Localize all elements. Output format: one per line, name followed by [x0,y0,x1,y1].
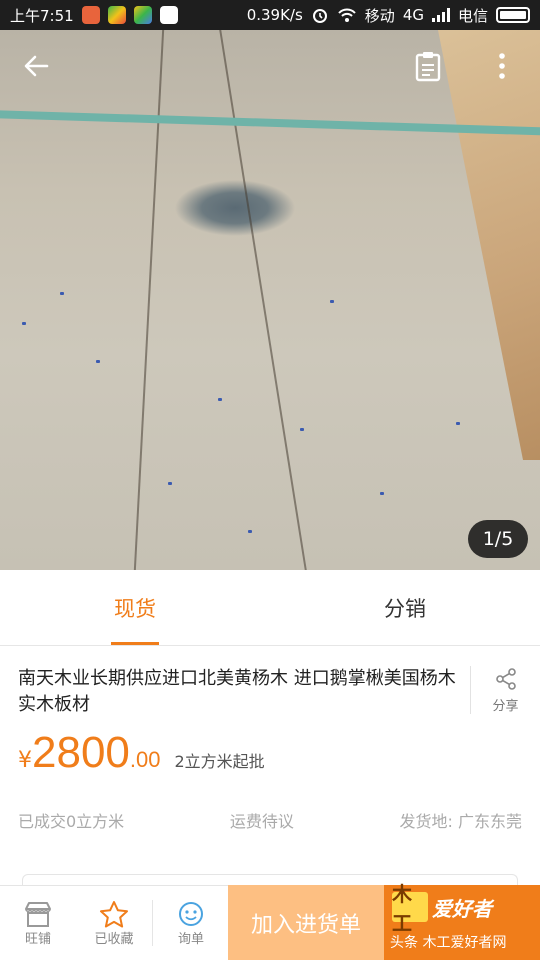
watermark-logo: 木工 爱好者 [392,882,492,935]
product-meta: 已成交0立方米 运费待议 发货地: 广东东莞 [18,808,522,832]
price-integer: 2800 [32,728,130,777]
inquiry-button[interactable]: 询单 [153,886,229,960]
tab-distribution[interactable]: 分销 [270,570,540,645]
more-vertical-icon [499,53,505,79]
signal-icon [431,8,450,22]
plank-seam [133,30,165,570]
watermark-mark: 木工 [392,882,428,935]
photo-speck [60,292,64,295]
wifi-icon [338,8,356,22]
price-currency: ¥ [18,748,32,773]
status-bar: 上午7:51 0.39K/s 移动 4G 电信 [0,0,540,30]
photo-speck [330,300,334,303]
network-type: 4G [402,6,424,24]
app-notification-icon [107,6,126,24]
watermark-brand: 爱好者 [432,896,492,921]
photo-speck [168,482,172,485]
product-title: 南天木业长期供应进口北美黄杨木 进口鹅掌楸美国杨木实木板材 [18,668,456,715]
favorite-label: 已收藏 [94,931,134,947]
image-counter: 1/5 [468,520,528,558]
network-speed: 0.39K/s [246,6,303,24]
status-time: 上午7:51 [10,6,74,25]
app-notification-icon [81,6,100,24]
back-arrow-icon [24,55,49,77]
photo-speck [96,360,100,363]
share-label: 分享 [492,698,519,714]
price-row: ¥ 2800 .00 2立方米起批 [18,728,265,778]
carrier-2: 电信 [457,6,488,25]
battery-icon [496,7,530,23]
shop-icon [25,901,51,927]
play-store-icon [159,6,178,24]
app-notification-icon [133,6,152,24]
photo-speck [22,322,26,325]
share-button[interactable]: 分享 [470,666,540,714]
minimum-order: 2立方米起批 [174,752,265,771]
tab-bar: 现货 分销 [0,570,540,646]
photo-speck [380,492,384,495]
chat-face-icon [179,901,203,926]
photo-speck [218,398,222,401]
ship-from: 发货地: 广东东莞 [399,812,522,831]
shipping-fee: 运费待议 [229,812,294,831]
alarm-icon [312,9,327,23]
shop-button[interactable]: 旺铺 [0,886,76,960]
sold-volume: 已成交0立方米 [18,812,125,831]
price-decimal: .00 [129,747,161,772]
more-options-button[interactable] [482,46,522,86]
tab-spot-goods[interactable]: 现货 [0,570,270,645]
photo-side-plank [438,30,540,460]
watermark-text: 头条 木工爱好者网 [390,935,507,951]
add-to-cart-button[interactable]: 加入进货单 [228,885,384,960]
photo-speck [456,422,460,425]
star-icon [100,900,128,927]
product-image[interactable] [0,30,540,570]
clipboard-button[interactable] [408,46,448,86]
share-icon [495,667,516,690]
inquiry-label: 询单 [177,931,204,947]
favorite-button[interactable]: 已收藏 [76,886,152,960]
back-button[interactable] [16,46,56,86]
shop-label: 旺铺 [24,931,51,947]
plank-seam [219,30,307,570]
photo-speck [300,428,304,431]
photo-speck [248,530,252,533]
carrier-1: 移动 [364,6,395,25]
clipboard-icon [415,52,441,82]
